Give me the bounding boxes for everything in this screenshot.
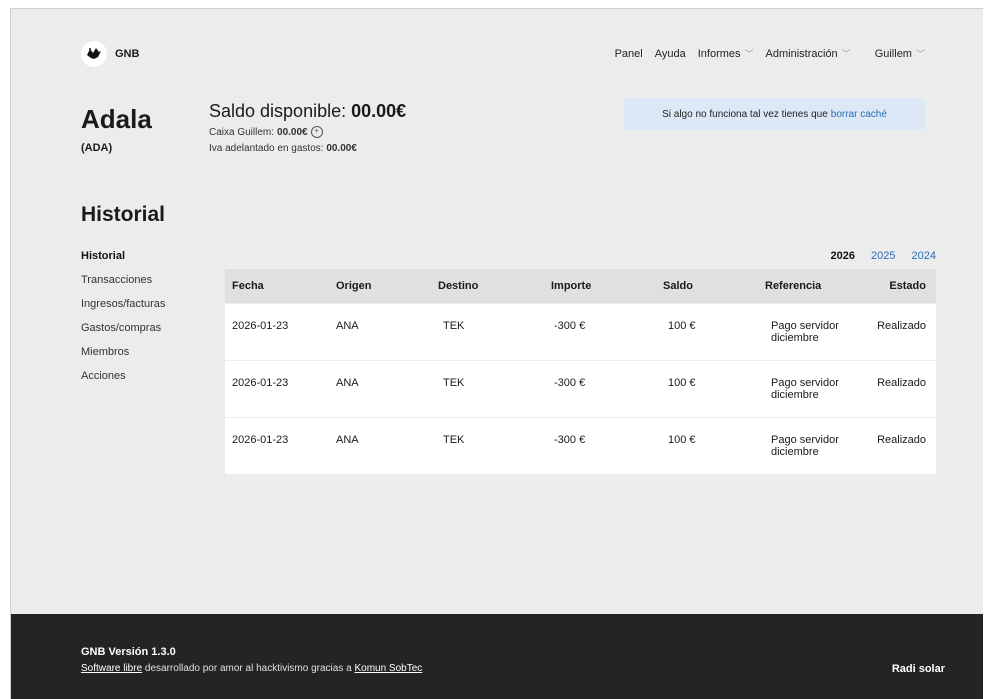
- cell-importe: -300 €: [554, 320, 586, 332]
- chevron-down-icon: ﹀: [915, 49, 925, 59]
- table-row[interactable]: 2026-01-23 ANA TEK -300 € 100 € Pago ser…: [225, 360, 936, 417]
- footer: GNB Versión 1.3.0 Software libre desarro…: [11, 614, 983, 699]
- nav-informes[interactable]: Informes ﹀: [698, 47, 754, 60]
- entity-code: (ADA): [81, 142, 113, 154]
- brand[interactable]: GNB: [81, 41, 139, 67]
- cell-importe: -300 €: [554, 434, 586, 446]
- cell-fecha: 2026-01-23: [232, 377, 289, 389]
- sidebar: Historial Transacciones Ingresos/factura…: [81, 249, 165, 393]
- col-saldo[interactable]: Saldo: [656, 280, 758, 292]
- page-title: Historial: [81, 203, 166, 226]
- balance-amount: 00.00€: [351, 101, 407, 121]
- gnb-logo-icon: [81, 41, 107, 67]
- komun-sobtec-link[interactable]: Komun SobTec: [354, 663, 422, 674]
- nav-user-menu[interactable]: Guillem ﹀: [875, 47, 925, 60]
- entity-name: Adala: [81, 104, 152, 134]
- add-circle-icon[interactable]: +: [310, 126, 323, 138]
- app-version: GNB Versión 1.3.0: [81, 646, 176, 658]
- nav-panel[interactable]: Panel: [615, 47, 643, 60]
- table-row[interactable]: 2026-01-23 ANA TEK -300 € 100 € Pago ser…: [225, 303, 936, 360]
- cell-saldo: 100 €: [668, 434, 696, 446]
- cache-notice: Si algo no funciona tal vez tienes que b…: [624, 98, 925, 130]
- cell-origen: ANA: [336, 320, 359, 332]
- col-destino[interactable]: Destino: [431, 280, 544, 292]
- col-estado[interactable]: Estado: [862, 280, 936, 292]
- footer-credit: Software libre desarrollado por amor al …: [81, 663, 423, 674]
- chevron-down-icon: ﹀: [841, 49, 851, 59]
- sidebar-item-historial[interactable]: Historial: [81, 249, 165, 273]
- year-tabs: 2026 2025 2024: [831, 250, 936, 262]
- cell-destino: TEK: [443, 377, 465, 389]
- cell-saldo: 100 €: [668, 320, 696, 332]
- app-frame: GNB Panel Ayuda Informes ﹀ Administración…: [10, 8, 983, 699]
- col-importe[interactable]: Importe: [544, 280, 656, 292]
- caixa-balance: Caixa Guillem: 00.00€ +: [209, 126, 323, 138]
- footer-right-text: Radi solar: [891, 663, 945, 675]
- history-table: Fecha Origen Destino Importe Saldo Refer…: [225, 269, 936, 474]
- clear-cache-link[interactable]: borrar caché: [831, 109, 887, 120]
- nav-ayuda[interactable]: Ayuda: [655, 47, 686, 60]
- sidebar-item-miembros[interactable]: Miembros: [81, 345, 165, 369]
- cell-estado: Realizado: [877, 377, 926, 389]
- top-nav: Panel Ayuda Informes ﹀ Administración ﹀ Gu…: [615, 47, 925, 60]
- year-tab-2025[interactable]: 2025: [871, 250, 895, 262]
- cell-estado: Realizado: [877, 434, 926, 446]
- sidebar-item-transacciones[interactable]: Transacciones: [81, 273, 165, 297]
- cell-referencia: Pago servidor diciembre: [771, 434, 839, 458]
- cell-destino: TEK: [443, 434, 465, 446]
- sidebar-item-ingresos[interactable]: Ingresos/facturas: [81, 297, 165, 321]
- cell-importe: -300 €: [554, 377, 586, 389]
- cell-destino: TEK: [443, 320, 465, 332]
- year-tab-2024[interactable]: 2024: [912, 250, 936, 262]
- balance-title: Saldo disponible: 00.00€: [209, 101, 407, 121]
- sidebar-item-gastos[interactable]: Gastos/compras: [81, 321, 165, 345]
- free-software-link[interactable]: Software libre: [81, 663, 142, 674]
- table-row[interactable]: 2026-01-23 ANA TEK -300 € 100 € Pago ser…: [225, 417, 936, 474]
- cell-origen: ANA: [336, 434, 359, 446]
- iva-balance: Iva adelantado en gastos: 00.00€: [209, 143, 357, 154]
- cell-fecha: 2026-01-23: [232, 320, 289, 332]
- chevron-down-icon: ﹀: [744, 49, 754, 59]
- col-origen[interactable]: Origen: [329, 280, 431, 292]
- col-fecha[interactable]: Fecha: [225, 280, 329, 292]
- cell-estado: Realizado: [877, 320, 926, 332]
- cell-saldo: 100 €: [668, 377, 696, 389]
- cell-referencia: Pago servidor diciembre: [771, 377, 839, 401]
- sidebar-item-acciones[interactable]: Acciones: [81, 369, 165, 393]
- cell-referencia: Pago servidor diciembre: [771, 320, 839, 344]
- cell-fecha: 2026-01-23: [232, 434, 289, 446]
- cell-origen: ANA: [336, 377, 359, 389]
- year-tab-current[interactable]: 2026: [831, 250, 855, 262]
- col-referencia[interactable]: Referencia: [758, 280, 862, 292]
- table-header: Fecha Origen Destino Importe Saldo Refer…: [225, 269, 936, 303]
- nav-administracion[interactable]: Administración ﹀: [766, 47, 851, 60]
- brand-name: GNB: [115, 48, 140, 60]
